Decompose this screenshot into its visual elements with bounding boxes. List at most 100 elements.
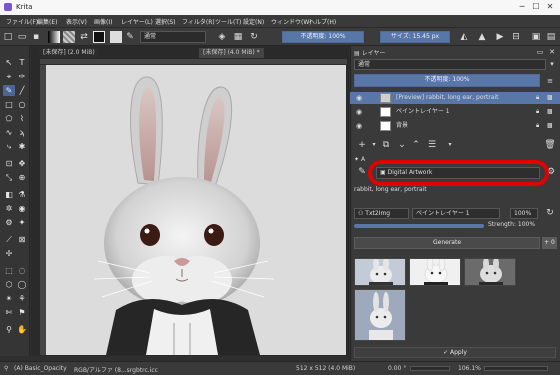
save-icon[interactable]: ▪ (30, 31, 42, 43)
menu-layer[interactable]: レイヤー(L) (121, 17, 153, 26)
reload-preset-icon[interactable]: ↻ (248, 31, 260, 43)
gradient-icon[interactable] (48, 31, 60, 43)
rotation-slider[interactable] (410, 366, 450, 371)
contiguous-selection-tool-icon[interactable]: ✴ (3, 293, 15, 304)
minimize-button[interactable]: ─ (516, 2, 528, 12)
pan-tool-icon[interactable]: ✋ (16, 324, 28, 335)
menu-help[interactable]: ヘルプ(H) (309, 17, 336, 26)
eye-icon[interactable]: ◉ (356, 92, 362, 104)
chevron-down-icon[interactable]: ▾ (444, 139, 456, 151)
opacity-slider[interactable]: 不透明度: 100% (282, 31, 364, 43)
eraser-icon[interactable]: ◈ (216, 31, 228, 43)
rectangle-tool-icon[interactable]: □ (3, 99, 15, 110)
calligraphy-tool-icon[interactable]: ✑ (16, 71, 28, 82)
strength-slider[interactable] (354, 224, 484, 228)
prompt-textarea[interactable]: rabbit, long ear, portrait (354, 186, 554, 204)
menu-filter[interactable]: フィルタ(R) (182, 17, 215, 26)
menu-window[interactable]: ウィンドウ(W) (271, 17, 312, 26)
result-thumbnail-2[interactable] (409, 258, 461, 286)
polygon-tool-icon[interactable]: ⬠ (3, 113, 15, 124)
magnetic-selection-tool-icon[interactable]: ⚑ (16, 307, 28, 318)
color-picker-tool-icon[interactable]: ⚗ (16, 189, 28, 200)
duplicate-layer-icon[interactable]: ⧉ (380, 139, 392, 151)
settings-gear-icon[interactable]: ✎ (356, 166, 368, 178)
new-file-icon[interactable]: □ (2, 31, 14, 43)
bezier-selection-tool-icon[interactable]: ✄ (3, 307, 15, 318)
polygonal-selection-tool-icon[interactable]: ⬡ (3, 279, 15, 290)
close-button[interactable]: ✕ (544, 2, 556, 12)
canvas-only-icon[interactable]: ⊟ (510, 31, 522, 43)
preserve-alpha-icon[interactable]: ▦ (232, 31, 244, 43)
layer-properties-icon[interactable]: ☰ (426, 139, 438, 151)
move-down-icon[interactable]: ⌄ (396, 139, 408, 151)
perspective-grid-tool-icon[interactable]: ✢ (3, 248, 15, 259)
assistant-tool-icon[interactable]: ⊕ (16, 172, 28, 183)
add-layer-icon[interactable]: + (356, 139, 368, 151)
tab-document-2[interactable]: [未保存] (4.0 MiB) * (199, 48, 264, 58)
lock-icon[interactable]: 🔒︎ (536, 92, 539, 104)
crop-tool-icon[interactable]: ⊡ (3, 158, 15, 169)
menu-tools[interactable]: ツール(T) (215, 17, 241, 26)
open-file-icon[interactable]: ▭ (16, 31, 28, 43)
workspace-select[interactable]: ⚇ Txt2Img (354, 208, 409, 219)
menu-edit[interactable]: 編集(E) (37, 17, 57, 26)
layer-row-paint-1[interactable]: ◉ ペイントレイヤー 1 🔒︎ ▩ (350, 106, 560, 118)
target-layer-select[interactable]: ペイントレイヤー 1 (412, 208, 500, 219)
apply-button[interactable]: ✓ Apply (354, 347, 556, 358)
polyline-tool-icon[interactable]: ⌇ (16, 113, 28, 124)
wrap-around-icon[interactable]: ▶ (494, 31, 506, 43)
lock-icon[interactable]: 🔒︎ (536, 106, 539, 118)
measure-tool-icon[interactable]: ⟋ (3, 234, 15, 245)
result-thumbnail-3[interactable] (464, 258, 516, 286)
alpha-lock-icon[interactable]: ▩ (547, 106, 553, 118)
transform-tool-icon[interactable]: ⤡ (3, 172, 15, 183)
text-tool-icon[interactable]: T (16, 57, 28, 68)
pen-icon[interactable]: ✎ (124, 31, 136, 43)
dock-close-icon[interactable]: ✕ (546, 46, 558, 58)
lock-icon[interactable]: 🔒︎ (536, 120, 539, 132)
layer-opacity-slider[interactable]: 不透明度: 100% (354, 74, 540, 87)
blend-mode-select[interactable]: 通常 (140, 31, 206, 43)
brush-preset-icon[interactable] (110, 31, 122, 43)
dock-float-icon[interactable]: ▭ (534, 46, 546, 58)
bezier-tool-icon[interactable]: ∿ (3, 127, 15, 138)
freehand-brush-tool-icon[interactable]: ✎ (3, 85, 15, 96)
panel-menu-icon[interactable]: ▤ (545, 31, 557, 43)
move-up-icon[interactable]: ⌃ (410, 139, 422, 151)
swap-colors-icon[interactable]: ⇄ (78, 31, 90, 43)
gradient-tool-icon[interactable]: ◧ (3, 189, 15, 200)
eye-icon[interactable]: ◉ (356, 106, 362, 118)
chevron-down-icon[interactable]: ▾ (546, 58, 558, 70)
refresh-icon[interactable]: ↻ (544, 207, 556, 219)
move-tool-icon[interactable]: ✥ (16, 158, 28, 169)
menu-view[interactable]: 表示(V) (66, 17, 87, 26)
freehand-path-tool-icon[interactable]: ϡ (16, 127, 28, 138)
mirror-horizontal-icon[interactable]: ◭ (458, 31, 470, 43)
delete-layer-icon[interactable]: 🗑︎ (544, 139, 556, 151)
menu-settings[interactable]: 設定(N) (243, 17, 264, 26)
layer-row-background[interactable]: ◉ 背景 🔒︎ ▩ (350, 120, 560, 132)
queue-add-button[interactable]: + 0 (542, 237, 557, 249)
multibrush-tool-icon[interactable]: ✱ (16, 141, 28, 152)
pattern-icon[interactable] (63, 31, 75, 43)
hamburger-menu-icon[interactable]: ≡ (544, 75, 556, 87)
alpha-lock-icon[interactable]: ▩ (547, 92, 553, 104)
reference-images-tool-icon[interactable]: ⊠ (16, 234, 28, 245)
chevron-down-icon[interactable]: ▾ (368, 139, 380, 151)
freehand-selection-tool-icon[interactable]: ◯ (16, 279, 28, 290)
zoom-tool-icon[interactable]: ⚲ (3, 324, 15, 335)
layer-row-preview[interactable]: ◉ [Preview] rabbit, long ear, portrait 🔒… (350, 92, 560, 104)
workspace-chooser-icon[interactable]: ▣ (530, 31, 542, 43)
enclose-fill-tool-icon[interactable]: ⚙ (3, 217, 15, 228)
colorize-mask-tool-icon[interactable]: ✦ (16, 217, 28, 228)
alpha-lock-icon[interactable]: ▩ (547, 120, 553, 132)
rectangular-selection-tool-icon[interactable]: ⬚ (3, 265, 15, 276)
mirror-vertical-icon[interactable]: ▲ (476, 31, 488, 43)
result-thumbnail-4[interactable] (354, 289, 406, 341)
layer-blend-select[interactable]: 通常 (354, 59, 546, 70)
tab-document-1[interactable]: [未保存] (2.0 MiB) (39, 48, 99, 58)
dynamic-brush-tool-icon[interactable]: ⤷ (3, 141, 15, 152)
canvas-artwork[interactable] (46, 65, 346, 355)
fill-tool-icon[interactable]: ◉ (16, 203, 28, 214)
brush-size-slider[interactable]: サイズ: 15.45 px (380, 31, 450, 43)
